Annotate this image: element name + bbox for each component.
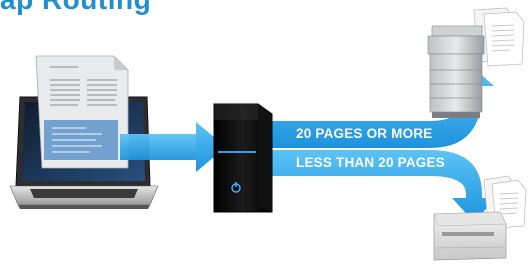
print-server-icon [213, 103, 273, 213]
diagram-canvas [9, 7, 527, 261]
print-routing-diagram: ap Routing [0, 0, 528, 268]
route-label-20-or-more: 20 PAGES OR MORE [296, 126, 433, 141]
route-label-less-than-20: LESS THAN 20 PAGES [296, 155, 445, 170]
copier-icon [427, 7, 525, 118]
document-icon [35, 55, 129, 169]
